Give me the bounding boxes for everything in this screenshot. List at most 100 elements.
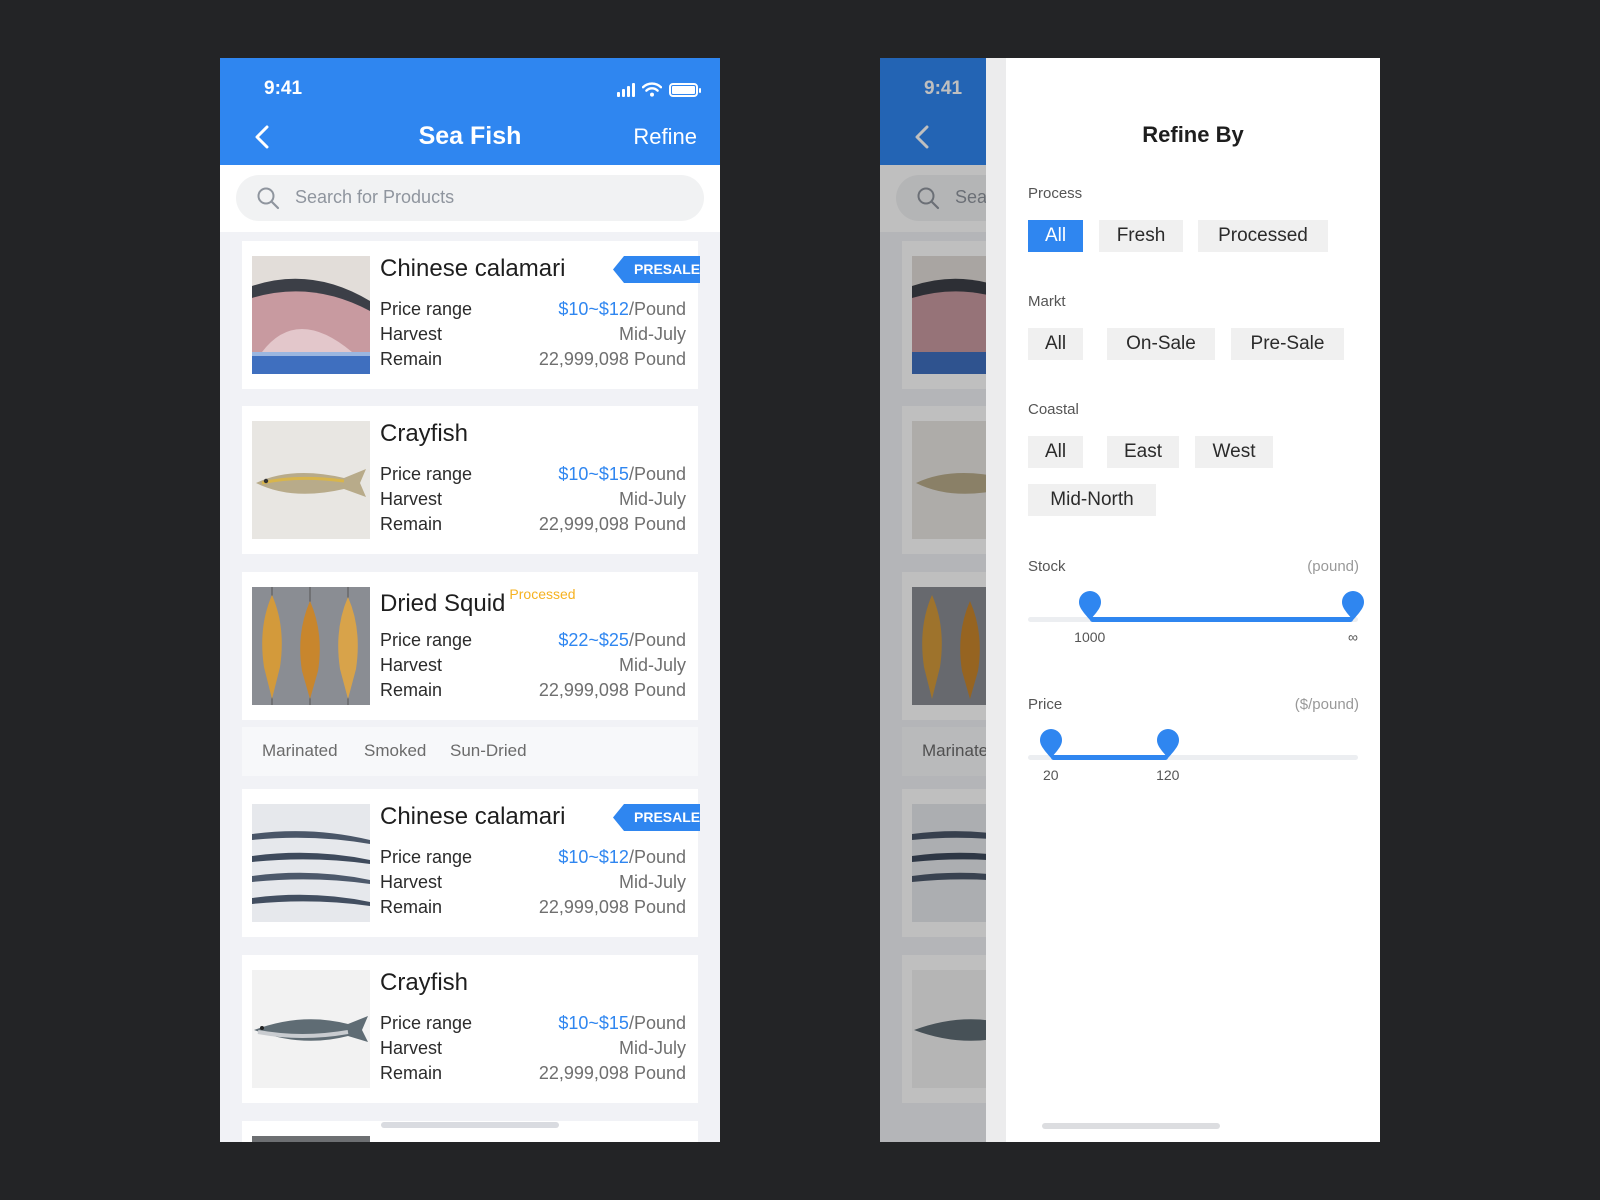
harvest-row: Harvest Mid-July bbox=[380, 872, 686, 897]
drawer-handle-arrow bbox=[986, 633, 996, 673]
coastal-east-chip[interactable]: East bbox=[1107, 436, 1179, 468]
price-unit: /Pound bbox=[628, 847, 686, 867]
price-label: Price bbox=[1028, 696, 1063, 713]
market-label: Markt bbox=[1028, 293, 1066, 310]
price-range-label: Price range bbox=[380, 630, 473, 650]
harvest-label: Harvest bbox=[380, 655, 443, 675]
mackerel-image bbox=[252, 970, 370, 1088]
market-all-chip[interactable]: All bbox=[1028, 328, 1083, 360]
price-slider-range-fill bbox=[1050, 755, 1168, 760]
coastal-mid-north-chip[interactable]: Mid-North bbox=[1028, 484, 1156, 516]
stock-slider-range-fill bbox=[1089, 617, 1353, 622]
market-pre-sale-chip[interactable]: Pre-Sale bbox=[1231, 328, 1344, 360]
product-name: Crayfish bbox=[380, 969, 469, 996]
price-row: Price range $10~$15/Pound bbox=[380, 464, 686, 489]
home-indicator bbox=[381, 1122, 559, 1128]
processed-tag: Processed bbox=[509, 586, 576, 602]
remain-label: Remain bbox=[380, 514, 443, 534]
process-all-chip[interactable]: All bbox=[1028, 220, 1083, 252]
product-card[interactable]: Crayfish Price range $10~$15/Pound Harve… bbox=[242, 955, 698, 1103]
refine-button[interactable]: Refine bbox=[633, 124, 697, 150]
stock-unit: (pound) bbox=[1307, 558, 1359, 575]
price-range-label: Price range bbox=[380, 464, 473, 484]
dried-fish-image bbox=[252, 587, 370, 705]
stock-slider-min-label: 1000 bbox=[1074, 629, 1106, 645]
subtag-marinated[interactable]: Marinated bbox=[262, 741, 338, 761]
status-icons bbox=[617, 82, 701, 97]
remain-value: 22,999,098 Pound bbox=[538, 514, 686, 534]
price-slider-low-handle[interactable] bbox=[1039, 729, 1063, 759]
market-on-sale-chip[interactable]: On-Sale bbox=[1107, 328, 1215, 360]
process-fresh-chip[interactable]: Fresh bbox=[1099, 220, 1183, 252]
product-card[interactable]: Chinese calamari PRESALE Price range $10… bbox=[242, 241, 700, 389]
remain-row: Remain 22,999,098 Pound bbox=[380, 897, 686, 922]
remain-label: Remain bbox=[380, 897, 443, 917]
product-name: Crayfish bbox=[380, 420, 469, 447]
price-unit: /Pound bbox=[628, 630, 686, 650]
stock-slider-low-handle[interactable] bbox=[1078, 591, 1102, 621]
coastal-all-chip[interactable]: All bbox=[1028, 436, 1083, 468]
price-range-label: Price range bbox=[380, 1013, 473, 1033]
remain-label: Remain bbox=[380, 1063, 443, 1083]
product-name-text: Dried Squid bbox=[380, 590, 506, 617]
product-card[interactable]: Dried Squid Processed Price range $22~$25… bbox=[242, 572, 698, 720]
remain-row: Remain 22,999,098 Pound bbox=[380, 680, 686, 705]
price-value: $22~$25 bbox=[558, 630, 629, 650]
price-value: $10~$15 bbox=[558, 1013, 629, 1033]
process-subtags: Marinated Smoked Sun-Dried bbox=[242, 727, 698, 776]
saury-fish-image bbox=[252, 804, 370, 922]
price-slider-max-label: 120 bbox=[1156, 767, 1180, 783]
remain-row: Remain 22,999,098 Pound bbox=[380, 514, 686, 539]
remain-label: Remain bbox=[380, 680, 443, 700]
stock-slider-high-handle[interactable] bbox=[1341, 591, 1365, 621]
harvest-label: Harvest bbox=[380, 324, 443, 344]
product-list-screen: 9:41 Sea Fish Refine Search for Products bbox=[220, 58, 720, 1142]
product-card[interactable]: Crayfish Price range $10~$15/Pound Harve… bbox=[242, 406, 698, 554]
price-unit: /Pound bbox=[628, 464, 686, 484]
wifi-icon bbox=[642, 82, 662, 97]
stock-label: Stock bbox=[1028, 558, 1066, 575]
process-processed-chip[interactable]: Processed bbox=[1198, 220, 1328, 252]
search-placeholder: Search for Products bbox=[295, 187, 455, 207]
coastal-label: Coastal bbox=[1028, 401, 1079, 418]
price-unit-label: ($/pound) bbox=[1294, 696, 1359, 713]
price-range-label: Price range bbox=[380, 299, 473, 319]
refine-drawer: Refine By Process All Fresh Processed Ma… bbox=[1006, 58, 1380, 1142]
price-value: $10~$15 bbox=[558, 464, 629, 484]
product-name: Dried Squid Processed bbox=[380, 586, 576, 618]
harvest-row: Harvest Mid-July bbox=[380, 324, 686, 349]
coastal-west-chip[interactable]: West bbox=[1195, 436, 1273, 468]
harvest-value: Mid-July bbox=[618, 655, 686, 675]
price-unit: /Pound bbox=[628, 1013, 686, 1033]
price-slider-high-handle[interactable] bbox=[1156, 729, 1180, 759]
remain-row: Remain 22,999,098 Pound bbox=[380, 349, 686, 374]
harvest-label: Harvest bbox=[380, 872, 443, 892]
price-value: $10~$12 bbox=[558, 299, 629, 319]
battery-icon bbox=[669, 82, 701, 97]
harvest-label: Harvest bbox=[380, 1038, 443, 1058]
search-bar: Search for Products bbox=[220, 165, 720, 232]
search-input[interactable]: Search for Products bbox=[236, 175, 704, 221]
signal-icon bbox=[617, 82, 635, 97]
price-slider-track[interactable] bbox=[1028, 755, 1358, 760]
price-unit: /Pound bbox=[628, 299, 686, 319]
search-icon bbox=[257, 187, 280, 210]
product-card[interactable]: Chinese calamari PRESALE Price range $10… bbox=[242, 789, 700, 937]
price-row: Price range $10~$12/Pound bbox=[380, 847, 686, 872]
harvest-value: Mid-July bbox=[618, 489, 686, 509]
product-thumbnail bbox=[252, 1136, 370, 1142]
app-header: 9:41 Sea Fish Refine bbox=[220, 58, 720, 165]
price-row: Price range $22~$25/Pound bbox=[380, 630, 686, 655]
harvest-value: Mid-July bbox=[618, 324, 686, 344]
harvest-value: Mid-July bbox=[618, 1038, 686, 1058]
refine-screen: 9:41 Search for Products Marinated bbox=[880, 58, 1380, 1142]
harvest-label: Harvest bbox=[380, 489, 443, 509]
price-slider-min-label: 20 bbox=[1042, 767, 1059, 783]
product-name: Chinese calamari bbox=[380, 803, 566, 830]
subtag-sun-dried[interactable]: Sun-Dried bbox=[450, 741, 527, 761]
drawer-backdrop[interactable] bbox=[880, 58, 986, 1142]
harvest-row: Harvest Mid-July bbox=[380, 655, 686, 680]
status-time: 9:41 bbox=[264, 78, 303, 99]
remain-value: 22,999,098 Pound bbox=[538, 1063, 686, 1083]
subtag-smoked[interactable]: Smoked bbox=[364, 741, 426, 761]
